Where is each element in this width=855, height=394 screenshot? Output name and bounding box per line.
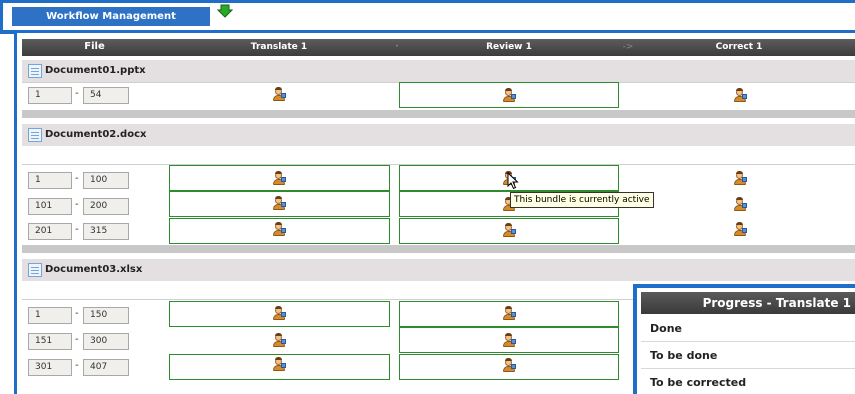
range-from-field[interactable]: 151	[28, 333, 72, 350]
range-to-field[interactable]: 300	[83, 333, 129, 350]
document-name: Document03.xlsx	[45, 264, 143, 275]
document-row[interactable]: Document02.docx	[22, 124, 855, 146]
column-header-file: File	[84, 41, 105, 52]
document-icon	[28, 64, 42, 78]
range-dash: -	[75, 173, 79, 184]
user-bundle-icon[interactable]	[502, 306, 516, 320]
range-from-field[interactable]: 301	[28, 359, 72, 376]
user-bundle-icon[interactable]	[272, 306, 286, 320]
table-header: File Translate 1 · Review 1 -> Correct 1	[22, 39, 855, 56]
section-separator	[22, 110, 855, 118]
range-to-field[interactable]: 54	[83, 87, 129, 104]
user-bundle-icon[interactable]	[733, 88, 747, 102]
range-to-field[interactable]: 150	[83, 307, 129, 324]
column-header-translate: Translate 1	[250, 42, 308, 52]
user-bundle-icon[interactable]	[272, 171, 286, 185]
range-to-field[interactable]: 100	[83, 172, 129, 189]
range-dash: -	[75, 224, 79, 235]
document-name: Document02.docx	[45, 129, 147, 140]
range-from-field[interactable]: 1	[28, 307, 72, 324]
range-dash: -	[75, 334, 79, 345]
progress-row-to-be-corrected[interactable]: To be corrected	[641, 370, 855, 394]
user-bundle-icon[interactable]	[272, 333, 286, 347]
range-to-field[interactable]: 407	[83, 359, 129, 376]
range-from-field[interactable]: 1	[28, 87, 72, 104]
user-bundle-icon[interactable]	[733, 222, 747, 236]
user-bundle-icon[interactable]	[502, 223, 516, 237]
mouse-cursor-icon	[507, 172, 519, 190]
user-bundle-icon[interactable]	[272, 357, 286, 371]
user-bundle-icon[interactable]	[272, 222, 286, 236]
progress-title: Progress - Translate 1	[641, 292, 855, 314]
progress-row-to-be-done[interactable]: To be done	[641, 343, 855, 369]
progress-row-done[interactable]: Done	[641, 316, 855, 342]
range-dash: -	[75, 360, 79, 371]
user-bundle-icon[interactable]	[733, 171, 747, 185]
tab-workflow-management[interactable]: Workflow Management	[12, 7, 210, 26]
user-bundle-icon[interactable]	[272, 196, 286, 210]
column-header-correct: Correct 1	[715, 42, 763, 52]
range-from-field[interactable]: 101	[28, 198, 72, 215]
arrow-down-icon[interactable]	[217, 3, 233, 19]
range-from-field[interactable]: 1	[28, 172, 72, 189]
range-dash: -	[75, 199, 79, 210]
user-bundle-icon[interactable]	[272, 87, 286, 101]
range-dash: -	[75, 308, 79, 319]
document-row[interactable]: Document03.xlsx	[22, 259, 855, 281]
range-from-field[interactable]: 201	[28, 223, 72, 240]
section-separator	[22, 245, 855, 253]
document-name: Document01.pptx	[45, 65, 146, 76]
user-bundle-icon[interactable]	[502, 333, 516, 347]
user-bundle-icon[interactable]	[502, 88, 516, 102]
range-dash: -	[75, 88, 79, 99]
document-icon	[28, 128, 42, 142]
document-row[interactable]: Document01.pptx	[22, 60, 855, 82]
user-bundle-icon[interactable]	[502, 358, 516, 372]
bundle-tooltip: This bundle is currently active	[510, 192, 654, 208]
range-to-field[interactable]: 200	[83, 198, 129, 215]
range-to-field[interactable]: 315	[83, 223, 129, 240]
user-bundle-icon[interactable]	[733, 197, 747, 211]
progress-panel: Progress - Translate 1 Done To be done T…	[633, 284, 855, 394]
column-header-review: Review 1	[486, 42, 532, 52]
document-icon	[28, 263, 42, 277]
